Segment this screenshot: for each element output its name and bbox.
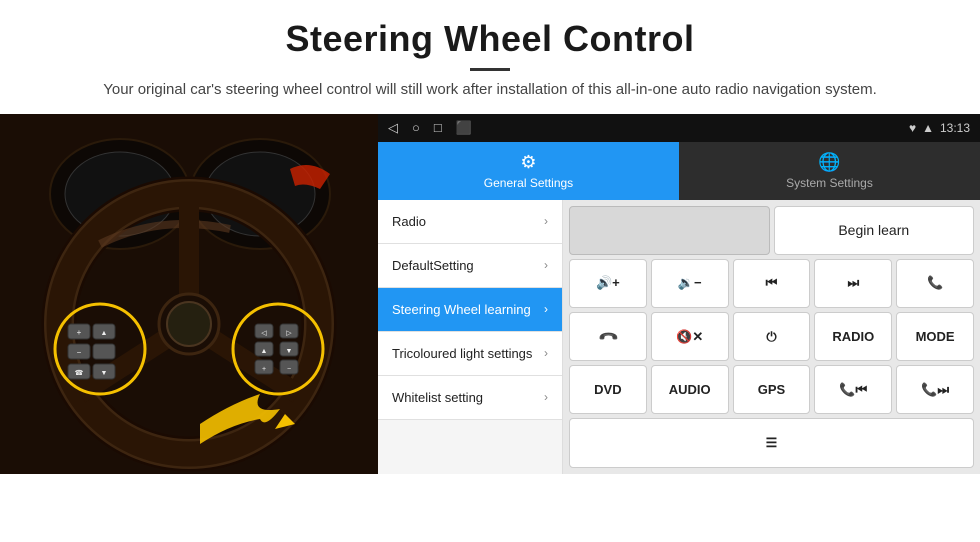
svg-text:−: − <box>287 366 291 373</box>
recents-icon[interactable]: □ <box>434 120 442 135</box>
svg-text:▲: ▲ <box>261 348 268 355</box>
vol-up-icon: 🔊+ <box>596 275 620 291</box>
mute-button[interactable]: 🔇✕ <box>651 312 729 361</box>
page-title: Steering Wheel Control <box>40 18 940 60</box>
vol-down-button[interactable]: 🔉− <box>651 259 729 308</box>
svg-text:◁: ◁ <box>261 330 267 337</box>
svg-text:▷: ▷ <box>286 330 292 337</box>
menu-label-steering: Steering Wheel learning <box>392 302 531 317</box>
next-call-button[interactable]: 📞⏭ <box>896 365 974 414</box>
vol-down-icon: 🔉− <box>678 275 702 291</box>
menu-label-whitelist: Whitelist setting <box>392 390 483 405</box>
phone-button[interactable]: 📞 <box>896 259 974 308</box>
empty-slot-1 <box>569 206 770 255</box>
power-icon: ⏻ <box>766 329 776 345</box>
svg-text:+: + <box>77 328 82 337</box>
svg-text:+: + <box>262 366 266 373</box>
control-row-5: ☰ <box>569 418 974 467</box>
tab-bar: ⚙ General Settings 🌐 System Settings <box>378 142 980 200</box>
menu-button[interactable]: ☰ <box>569 418 974 467</box>
radio-label: RADIO <box>832 329 874 344</box>
home-icon[interactable]: ○ <box>412 120 420 135</box>
status-bar-right: ♥ ▲ 13:13 <box>909 121 970 135</box>
back-icon[interactable]: ◁ <box>388 120 398 136</box>
next-track-icon: ⏭ <box>847 275 859 291</box>
begin-learn-button[interactable]: Begin learn <box>774 206 975 255</box>
next-call-icon: 📞⏭ <box>921 382 949 398</box>
next-track-button[interactable]: ⏭ <box>814 259 892 308</box>
chevron-icon-whitelist: › <box>544 390 548 404</box>
control-row-1: Begin learn <box>569 206 974 255</box>
chevron-icon-tricoloured: › <box>544 346 548 360</box>
android-ui: ◁ ○ □ ⬛ ♥ ▲ 13:13 ⚙ General Settings 🌐 S… <box>378 114 980 474</box>
tab-system-settings[interactable]: 🌐 System Settings <box>679 142 980 200</box>
menu-item-whitelist[interactable]: Whitelist setting › <box>378 376 562 420</box>
chevron-icon-default: › <box>544 258 548 272</box>
gps-label: GPS <box>758 382 785 397</box>
mode-button[interactable]: MODE <box>896 312 974 361</box>
audio-button[interactable]: AUDIO <box>651 365 729 414</box>
vol-up-button[interactable]: 🔊+ <box>569 259 647 308</box>
clock: 13:13 <box>940 121 970 135</box>
svg-text:▲: ▲ <box>101 330 108 337</box>
menu-label-tricoloured: Tricoloured light settings <box>392 346 532 361</box>
menu-item-radio[interactable]: Radio › <box>378 200 562 244</box>
tab-system-label: System Settings <box>786 176 873 190</box>
menu-icon: ☰ <box>766 435 778 451</box>
right-controls: Begin learn 🔊+ 🔉− ⏮ ⏭ <box>563 200 980 474</box>
phone-icon: 📞 <box>927 275 943 291</box>
menu-item-default[interactable]: DefaultSetting › <box>378 244 562 288</box>
prev-call-icon: 📞⏮ <box>839 382 867 398</box>
hangup-icon: 📞 <box>597 325 620 348</box>
status-bar-left: ◁ ○ □ ⬛ <box>388 120 472 136</box>
tab-general-settings[interactable]: ⚙ General Settings <box>378 142 679 200</box>
system-settings-icon: 🌐 <box>818 152 840 173</box>
menu-item-steering[interactable]: Steering Wheel learning › <box>378 288 562 332</box>
title-divider <box>470 68 510 71</box>
svg-text:▼: ▼ <box>286 348 293 355</box>
gps-button[interactable]: GPS <box>733 365 811 414</box>
screenshot-icon[interactable]: ⬛ <box>456 120 472 136</box>
left-menu: Radio › DefaultSetting › Steering Wheel … <box>378 200 563 474</box>
steering-wheel-image: + − ☎ ▲ ▼ ◁ ▷ ▲ ▼ + − <box>0 114 378 474</box>
menu-label-radio: Radio <box>392 214 426 229</box>
hangup-button[interactable]: 📞 <box>569 312 647 361</box>
signal-icon: ♥ <box>909 121 916 135</box>
radio-button[interactable]: RADIO <box>814 312 892 361</box>
audio-label: AUDIO <box>669 382 711 397</box>
svg-text:▼: ▼ <box>101 370 108 377</box>
page-subtitle: Your original car's steering wheel contr… <box>40 79 940 102</box>
mode-label: MODE <box>916 329 955 344</box>
chevron-icon-steering: › <box>544 302 548 316</box>
wifi-icon: ▲ <box>922 121 934 135</box>
mute-icon: 🔇✕ <box>676 329 703 345</box>
control-row-2: 🔊+ 🔉− ⏮ ⏭ 📞 <box>569 259 974 308</box>
svg-text:☎: ☎ <box>75 369 84 377</box>
chevron-icon-radio: › <box>544 214 548 228</box>
dvd-button[interactable]: DVD <box>569 365 647 414</box>
top-section: Steering Wheel Control Your original car… <box>0 0 980 114</box>
control-row-4: DVD AUDIO GPS 📞⏮ 📞⏭ <box>569 365 974 414</box>
main-content: + − ☎ ▲ ▼ ◁ ▷ ▲ ▼ + − <box>0 114 980 474</box>
menu-item-tricoloured[interactable]: Tricoloured light settings › <box>378 332 562 376</box>
status-bar: ◁ ○ □ ⬛ ♥ ▲ 13:13 <box>378 114 980 142</box>
dvd-label: DVD <box>594 382 621 397</box>
general-settings-icon: ⚙ <box>520 152 536 173</box>
menu-controls: Radio › DefaultSetting › Steering Wheel … <box>378 200 980 474</box>
prev-call-button[interactable]: 📞⏮ <box>814 365 892 414</box>
power-button[interactable]: ⏻ <box>733 312 811 361</box>
prev-track-button[interactable]: ⏮ <box>733 259 811 308</box>
prev-track-icon: ⏮ <box>766 275 778 291</box>
menu-label-default: DefaultSetting <box>392 258 474 273</box>
svg-text:−: − <box>77 348 82 357</box>
control-row-3: 📞 🔇✕ ⏻ RADIO MODE <box>569 312 974 361</box>
tab-general-label: General Settings <box>484 176 573 190</box>
